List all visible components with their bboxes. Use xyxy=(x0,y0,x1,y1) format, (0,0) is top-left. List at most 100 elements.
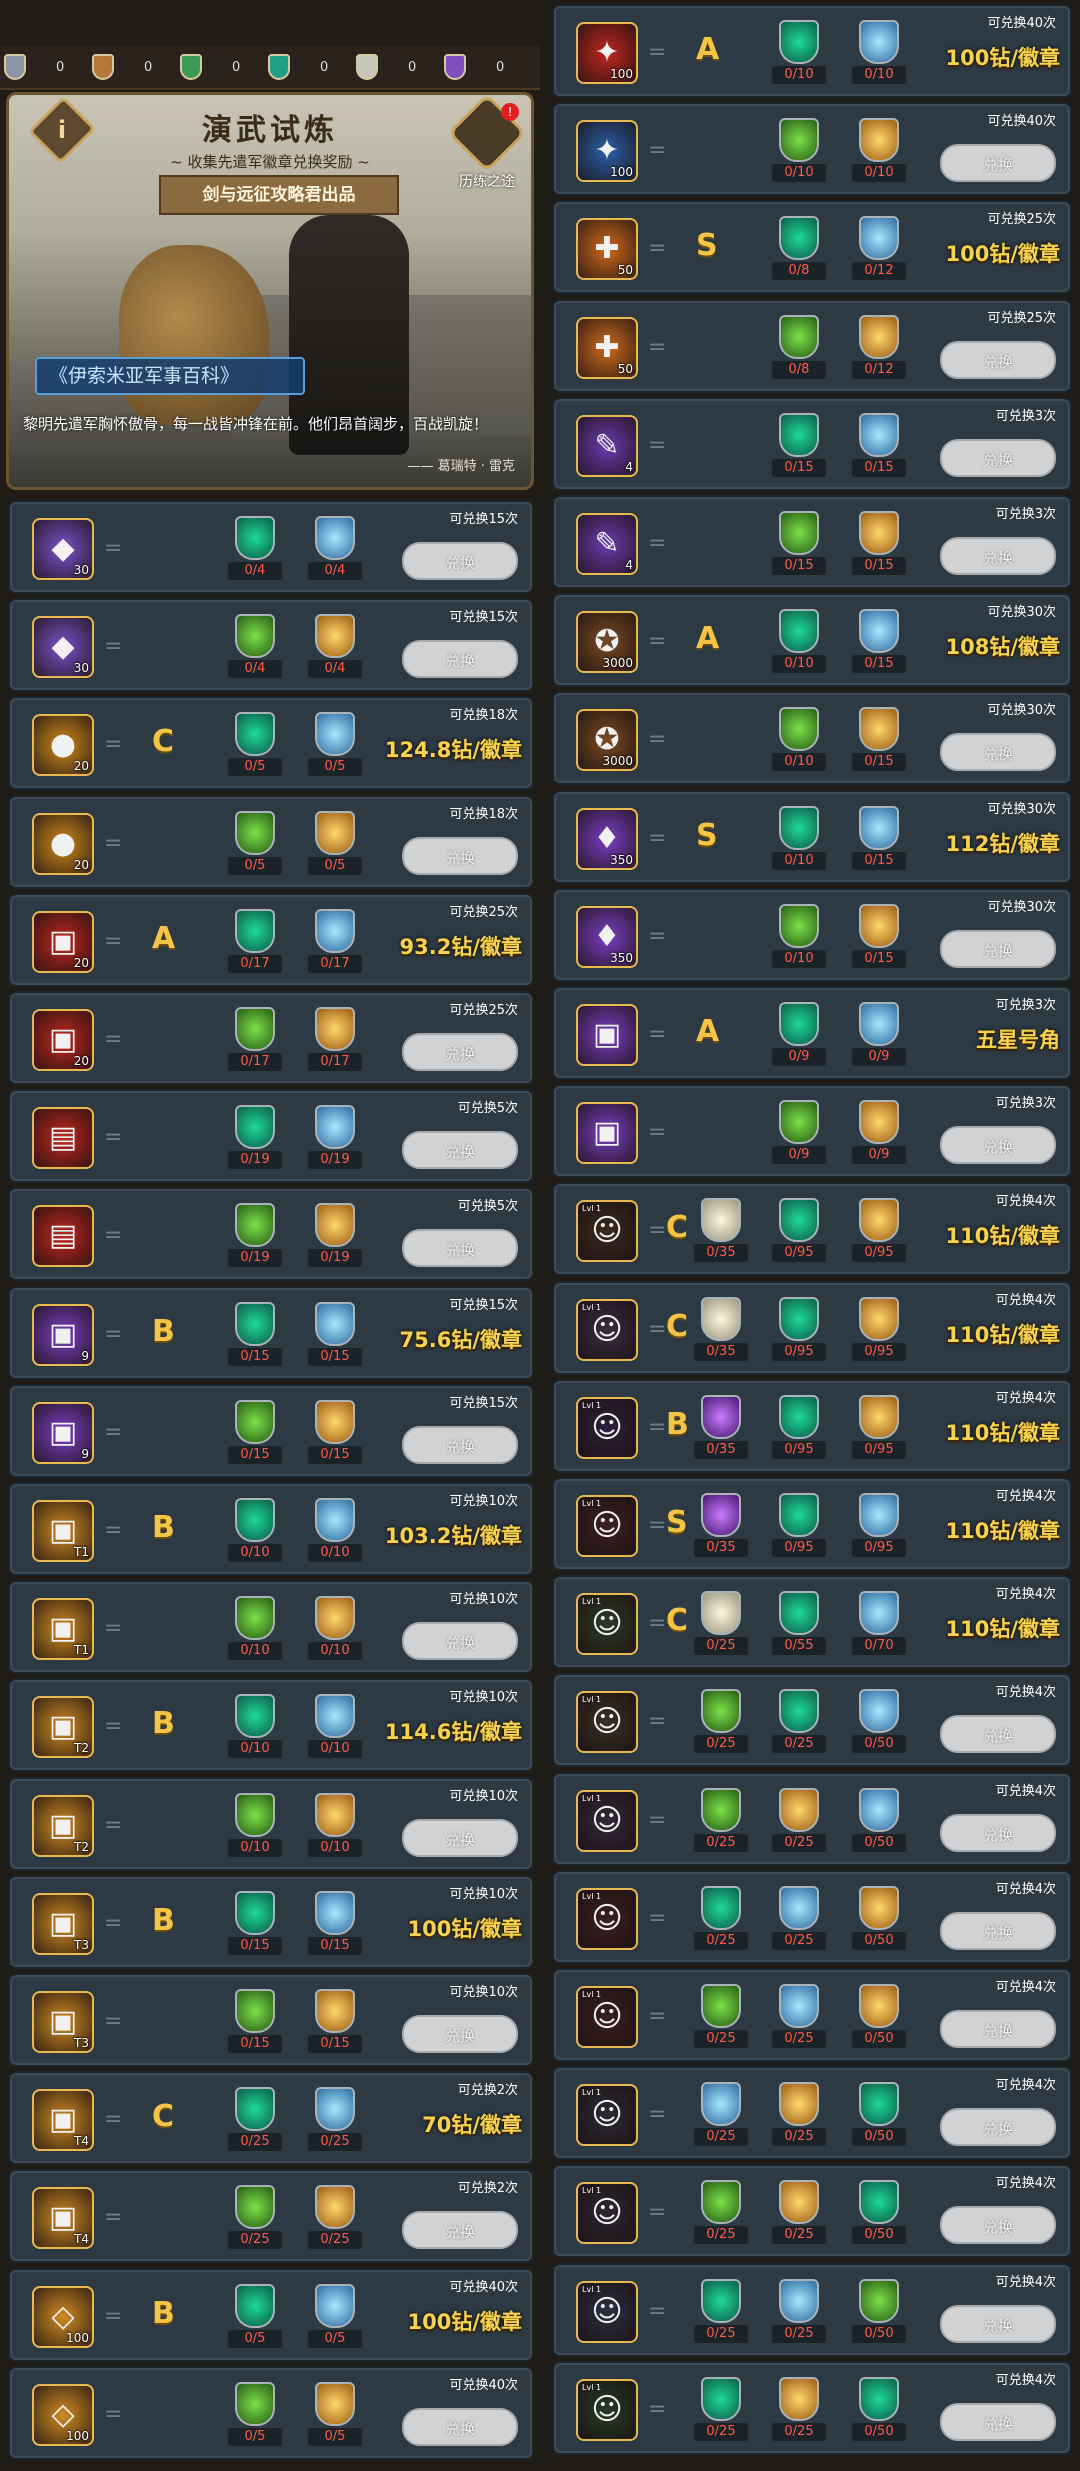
exchange-button[interactable]: 兑换 xyxy=(940,144,1056,183)
exchange-button[interactable]: 兑换 xyxy=(402,542,518,580)
reward-item-t2-chest[interactable]: ▣ T2 xyxy=(32,1696,94,1759)
badge-requirement: 0/5 xyxy=(228,2381,282,2446)
exchange-button[interactable]: 兑换 xyxy=(402,836,518,875)
value-grade: S xyxy=(696,817,718,853)
reward-item-hero-portrait[interactable]: ☺ Lvl 1 xyxy=(576,1986,638,2048)
requirement-count: 0/9 xyxy=(852,1048,906,1066)
reward-item-purple-star-chest[interactable]: ▣ xyxy=(576,1004,638,1066)
requirement-count: 0/5 xyxy=(228,2329,282,2348)
encyclopedia-link[interactable]: 《伊索米亚军事百科》 xyxy=(35,357,305,395)
reward-item-hero-portrait[interactable]: ☺ Lvl 1 xyxy=(576,1593,638,1656)
exchange-button[interactable]: 兑换 xyxy=(402,640,518,679)
reward-item-purple-scroll[interactable]: ✎ 4 xyxy=(576,414,638,477)
reward-item-purple-scroll[interactable]: ✎ 4 xyxy=(576,513,638,575)
reward-item-red-chest[interactable]: ▣ 20 xyxy=(32,1009,94,1071)
reward-item-t4-chest[interactable]: ▣ T4 xyxy=(32,2089,94,2152)
reward-item-t3-chest[interactable]: ▣ T3 xyxy=(32,1892,94,1955)
exchange-button[interactable]: 兑换 xyxy=(940,537,1056,575)
reward-item-gold-coin[interactable]: ● 20 xyxy=(32,714,94,777)
exchange-button[interactable]: 兑换 xyxy=(402,1131,518,1170)
exchange-button[interactable]: 兑换 xyxy=(940,733,1056,772)
requirement-count: 0/50 xyxy=(852,2422,906,2441)
exchange-button[interactable]: 兑换 xyxy=(940,1715,1056,1754)
exchange-button[interactable]: 兑换 xyxy=(940,2402,1056,2441)
equals-sign: = xyxy=(648,334,667,360)
reward-item-t4-chest[interactable]: ▣ T4 xyxy=(32,2187,94,2250)
reward-item-gold-bottle[interactable]: ♦ 350 xyxy=(576,807,638,870)
level-tag: Lvl 1 xyxy=(582,1499,602,1508)
reward-item-t1-chest[interactable]: ▣ T1 xyxy=(32,1598,94,1661)
badge-shield-icon xyxy=(859,903,899,948)
exchange-button[interactable]: 兑换 xyxy=(940,2304,1056,2343)
exchange-button[interactable]: 兑换 xyxy=(402,1622,518,1661)
reward-item-emblem-orange[interactable]: ✚ 50 xyxy=(576,218,638,281)
exchange-button[interactable]: 兑换 xyxy=(940,2206,1056,2245)
requirement-count: 0/50 xyxy=(852,2226,906,2245)
requirement-count: 0/15 xyxy=(228,1936,282,1955)
reward-quantity: 9 xyxy=(81,1348,89,1363)
reward-item-hero-portrait[interactable]: ☺ Lvl 1 xyxy=(576,2378,638,2441)
reward-item-purple-chest[interactable]: ▣ 9 xyxy=(32,1303,94,1366)
reward-item-hero-portrait[interactable]: ☺ Lvl 1 xyxy=(576,1396,638,1459)
exchange-button[interactable]: 兑换 xyxy=(402,2211,518,2250)
exchange-button[interactable]: 兑换 xyxy=(940,2010,1056,2048)
exchange-button[interactable]: 兑换 xyxy=(940,1911,1056,1950)
reward-item-blue-crystal[interactable]: ◇ 100 xyxy=(32,2383,94,2446)
reward-item-purple-star-chest[interactable]: ▣ xyxy=(576,1102,638,1165)
exchange-button[interactable]: 兑换 xyxy=(402,1425,518,1464)
price-note: 110钻/徽章 xyxy=(945,1420,1060,1445)
reward-item-t2-chest[interactable]: ▣ T2 xyxy=(32,1794,94,1857)
exchange-row: ▣ = A 0/9 0/9 可兑换3次 五星号角 xyxy=(552,986,1072,1080)
badge-shield-icon xyxy=(235,1694,275,1739)
badge-requirement: 0/25 xyxy=(308,2087,362,2152)
reward-item-hero-portrait[interactable]: ☺ Lvl 1 xyxy=(576,2280,638,2343)
badge-requirement: 0/15 xyxy=(308,1301,362,1366)
reward-item-hero-portrait[interactable]: ☺ Lvl 1 xyxy=(576,1887,638,1950)
requirement-count: 0/35 xyxy=(694,1539,748,1557)
reward-item-hero-portrait[interactable]: ☺ Lvl 1 xyxy=(576,1495,638,1557)
badge-shield-icon xyxy=(235,1792,275,1837)
reward-item-t1-chest[interactable]: ▣ T1 xyxy=(32,1500,94,1562)
reward-item-silver-stone[interactable]: ◆ 30 xyxy=(32,518,94,580)
exchange-button[interactable]: 兑换 xyxy=(402,1229,518,1268)
exchange-button[interactable]: 兑换 xyxy=(940,340,1056,379)
reward-item-pink-scroll[interactable]: ✦ 100 xyxy=(576,120,638,183)
reward-item-hero-portrait[interactable]: ☺ Lvl 1 xyxy=(576,1789,638,1852)
reward-item-pink-scroll[interactable]: ✦ 100 xyxy=(576,22,638,84)
exchange-button[interactable]: 兑换 xyxy=(402,1818,518,1857)
reward-item-purple-chest[interactable]: ▣ 9 xyxy=(32,1401,94,1464)
reward-item-gold-bottle[interactable]: ♦ 350 xyxy=(576,905,638,968)
trial-road-button[interactable]: ! 历练之途 xyxy=(447,95,527,190)
exchange-button[interactable]: 兑换 xyxy=(940,929,1056,968)
exchange-button[interactable]: 兑换 xyxy=(402,2407,518,2446)
exchange-button[interactable]: 兑换 xyxy=(940,2108,1056,2147)
reward-item-hero-portrait[interactable]: ☺ Lvl 1 xyxy=(576,1691,638,1754)
reward-item-hero-portrait[interactable]: ☺ Lvl 1 xyxy=(576,1298,638,1361)
reward-item-compass[interactable]: ✪ 3000 xyxy=(576,709,638,772)
exchange-button[interactable]: 兑换 xyxy=(402,2015,518,2053)
reward-item-blue-crystal[interactable]: ◇ 100 xyxy=(32,2285,94,2348)
reward-item-red-chest-open[interactable]: ▤ xyxy=(32,1205,94,1268)
exchange-button[interactable]: 兑换 xyxy=(402,1033,518,1071)
reward-item-emblem-orange[interactable]: ✚ 50 xyxy=(576,316,638,379)
reward-item-hero-portrait[interactable]: ☺ Lvl 1 xyxy=(576,2084,638,2147)
exchange-row: ☺ Lvl 1 = 0/25 0/25 0/50 可兑换4次 兑换 xyxy=(552,1869,1072,1964)
reward-item-compass[interactable]: ✪ 3000 xyxy=(576,611,638,674)
reward-item-hero-portrait[interactable]: ☺ Lvl 1 xyxy=(576,2182,638,2245)
reward-item-red-chest[interactable]: ▣ 20 xyxy=(32,910,94,973)
exchange-button[interactable]: 兑换 xyxy=(940,1126,1056,1165)
exchange-row: ● 20 = C 0/5 0/5 可兑换18次 124.8钻/徽章 xyxy=(8,696,534,791)
reward-item-red-chest-open[interactable]: ▤ xyxy=(32,1107,94,1170)
reward-item-gold-coin[interactable]: ● 20 xyxy=(32,812,94,875)
exchange-button[interactable]: 兑换 xyxy=(940,438,1056,477)
reward-item-t3-chest[interactable]: ▣ T3 xyxy=(32,1991,94,2053)
reward-item-hero-portrait[interactable]: ☺ Lvl 1 xyxy=(576,1200,638,1263)
exchange-button[interactable]: 兑换 xyxy=(940,1813,1056,1852)
exchange-limit: 可兑换5次 xyxy=(457,1199,518,1215)
badge-shield-icon xyxy=(235,1203,275,1248)
reward-quantity: T2 xyxy=(74,1741,89,1756)
badge-requirement: 0/95 xyxy=(772,1296,826,1361)
badge-requirement: 0/19 xyxy=(228,1105,282,1170)
reward-item-silver-stone[interactable]: ◆ 30 xyxy=(32,616,94,679)
badge-shield-icon xyxy=(315,1301,355,1346)
